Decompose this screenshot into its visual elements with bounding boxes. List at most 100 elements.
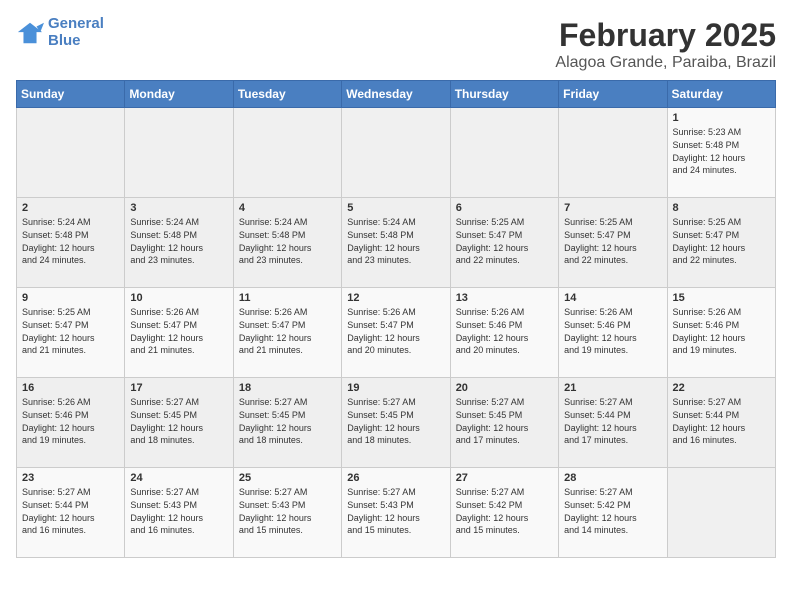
calendar-cell: 1Sunrise: 5:23 AM Sunset: 5:48 PM Daylig… bbox=[667, 108, 775, 198]
day-info: Sunrise: 5:27 AM Sunset: 5:45 PM Dayligh… bbox=[456, 396, 553, 446]
page-header: General Blue February 2025 Alagoa Grande… bbox=[16, 16, 776, 72]
day-info: Sunrise: 5:26 AM Sunset: 5:47 PM Dayligh… bbox=[239, 306, 336, 356]
day-info: Sunrise: 5:27 AM Sunset: 5:45 PM Dayligh… bbox=[130, 396, 227, 446]
day-info: Sunrise: 5:27 AM Sunset: 5:42 PM Dayligh… bbox=[564, 486, 661, 536]
calendar-cell: 7 Sunrise: 5:25 AM Sunset: 5:47 PM Daylig… bbox=[559, 198, 667, 288]
weekday-header-tuesday: Tuesday bbox=[233, 81, 341, 108]
weekday-header-sunday: Sunday bbox=[17, 81, 125, 108]
day-number: 7 bbox=[564, 202, 661, 214]
calendar-week-row: 1Sunrise: 5:23 AM Sunset: 5:48 PM Daylig… bbox=[17, 108, 776, 198]
calendar-cell: 28 Sunrise: 5:27 AM Sunset: 5:42 PM Dayli… bbox=[559, 468, 667, 558]
day-number: 26 bbox=[347, 472, 444, 484]
day-number: 3 bbox=[130, 202, 227, 214]
calendar-cell: 6Sunrise: 5:25 AM Sunset: 5:47 PM Daylig… bbox=[450, 198, 558, 288]
day-info: Sunrise: 5:25 AM Sunset: 5:47 PM Dayligh… bbox=[22, 306, 119, 356]
day-info: Sunrise: 5:27 AM Sunset: 5:42 PM Dayligh… bbox=[456, 486, 553, 536]
calendar-cell: 19 Sunrise: 5:27 AM Sunset: 5:45 PM Dayli… bbox=[342, 378, 450, 468]
weekday-header-saturday: Saturday bbox=[667, 81, 775, 108]
day-number: 2 bbox=[22, 202, 119, 214]
calendar-cell: 13 Sunrise: 5:26 AM Sunset: 5:46 PM Dayli… bbox=[450, 288, 558, 378]
day-info: Sunrise: 5:27 AM Sunset: 5:45 PM Dayligh… bbox=[239, 396, 336, 446]
calendar-cell: 14 Sunrise: 5:26 AM Sunset: 5:46 PM Dayli… bbox=[559, 288, 667, 378]
logo-general: General bbox=[48, 15, 104, 32]
calendar-cell: 12 Sunrise: 5:26 AM Sunset: 5:47 PM Dayli… bbox=[342, 288, 450, 378]
day-number: 22 bbox=[673, 382, 770, 394]
day-number: 6 bbox=[456, 202, 553, 214]
logo-icon bbox=[16, 19, 44, 47]
day-number: 28 bbox=[564, 472, 661, 484]
logo-blue: Blue bbox=[48, 33, 104, 50]
day-info: Sunrise: 5:26 AM Sunset: 5:46 PM Dayligh… bbox=[564, 306, 661, 356]
calendar-cell: 21Sunrise: 5:27 AM Sunset: 5:44 PM Dayli… bbox=[559, 378, 667, 468]
calendar-cell: 20 Sunrise: 5:27 AM Sunset: 5:45 PM Dayli… bbox=[450, 378, 558, 468]
calendar-cell bbox=[450, 108, 558, 198]
calendar-cell: 23Sunrise: 5:27 AM Sunset: 5:44 PM Dayli… bbox=[17, 468, 125, 558]
day-info: Sunrise: 5:23 AM Sunset: 5:48 PM Dayligh… bbox=[673, 126, 770, 176]
day-number: 13 bbox=[456, 292, 553, 304]
day-number: 8 bbox=[673, 202, 770, 214]
day-info: Sunrise: 5:24 AM Sunset: 5:48 PM Dayligh… bbox=[130, 216, 227, 266]
calendar-cell: 3 Sunrise: 5:24 AM Sunset: 5:48 PM Daylig… bbox=[125, 198, 233, 288]
calendar-week-row: 16Sunrise: 5:26 AM Sunset: 5:46 PM Dayli… bbox=[17, 378, 776, 468]
calendar-header-row: SundayMondayTuesdayWednesdayThursdayFrid… bbox=[17, 81, 776, 108]
day-number: 4 bbox=[239, 202, 336, 214]
day-number: 25 bbox=[239, 472, 336, 484]
calendar-cell: 5 Sunrise: 5:24 AM Sunset: 5:48 PM Daylig… bbox=[342, 198, 450, 288]
day-info: Sunrise: 5:24 AM Sunset: 5:48 PM Dayligh… bbox=[347, 216, 444, 266]
day-number: 23 bbox=[22, 472, 119, 484]
day-info: Sunrise: 5:26 AM Sunset: 5:47 PM Dayligh… bbox=[347, 306, 444, 356]
calendar-cell bbox=[342, 108, 450, 198]
day-number: 21 bbox=[564, 382, 661, 394]
day-number: 9 bbox=[22, 292, 119, 304]
day-info: Sunrise: 5:26 AM Sunset: 5:46 PM Dayligh… bbox=[456, 306, 553, 356]
day-number: 10 bbox=[130, 292, 227, 304]
calendar-cell: 24 Sunrise: 5:27 AM Sunset: 5:43 PM Dayli… bbox=[125, 468, 233, 558]
calendar-cell bbox=[559, 108, 667, 198]
calendar-cell: 16Sunrise: 5:26 AM Sunset: 5:46 PM Dayli… bbox=[17, 378, 125, 468]
day-number: 15 bbox=[673, 292, 770, 304]
day-number: 20 bbox=[456, 382, 553, 394]
day-info: Sunrise: 5:24 AM Sunset: 5:48 PM Dayligh… bbox=[22, 216, 119, 266]
calendar-cell: 10 Sunrise: 5:26 AM Sunset: 5:47 PM Dayli… bbox=[125, 288, 233, 378]
calendar-week-row: 2 Sunrise: 5:24 AM Sunset: 5:48 PM Daylig… bbox=[17, 198, 776, 288]
weekday-header-thursday: Thursday bbox=[450, 81, 558, 108]
day-number: 17 bbox=[130, 382, 227, 394]
calendar-subtitle: Alagoa Grande, Paraiba, Brazil bbox=[555, 54, 776, 72]
weekday-header-friday: Friday bbox=[559, 81, 667, 108]
calendar-cell bbox=[667, 468, 775, 558]
calendar-cell: 17 Sunrise: 5:27 AM Sunset: 5:45 PM Dayli… bbox=[125, 378, 233, 468]
day-number: 5 bbox=[347, 202, 444, 214]
day-info: Sunrise: 5:27 AM Sunset: 5:44 PM Dayligh… bbox=[673, 396, 770, 446]
calendar-title: February 2025 bbox=[555, 16, 776, 54]
calendar-table: SundayMondayTuesdayWednesdayThursdayFrid… bbox=[16, 80, 776, 558]
calendar-cell bbox=[125, 108, 233, 198]
day-info: Sunrise: 5:24 AM Sunset: 5:48 PM Dayligh… bbox=[239, 216, 336, 266]
day-number: 16 bbox=[22, 382, 119, 394]
day-info: Sunrise: 5:25 AM Sunset: 5:47 PM Dayligh… bbox=[564, 216, 661, 266]
title-block: February 2025 Alagoa Grande, Paraiba, Br… bbox=[555, 16, 776, 72]
calendar-cell bbox=[233, 108, 341, 198]
day-info: Sunrise: 5:25 AM Sunset: 5:47 PM Dayligh… bbox=[673, 216, 770, 266]
day-info: Sunrise: 5:27 AM Sunset: 5:45 PM Dayligh… bbox=[347, 396, 444, 446]
calendar-week-row: 9 Sunrise: 5:25 AM Sunset: 5:47 PM Daylig… bbox=[17, 288, 776, 378]
calendar-cell: 2 Sunrise: 5:24 AM Sunset: 5:48 PM Daylig… bbox=[17, 198, 125, 288]
day-info: Sunrise: 5:27 AM Sunset: 5:43 PM Dayligh… bbox=[130, 486, 227, 536]
calendar-cell: 27 Sunrise: 5:27 AM Sunset: 5:42 PM Dayli… bbox=[450, 468, 558, 558]
calendar-cell: 22 Sunrise: 5:27 AM Sunset: 5:44 PM Dayli… bbox=[667, 378, 775, 468]
day-info: Sunrise: 5:26 AM Sunset: 5:46 PM Dayligh… bbox=[673, 306, 770, 356]
day-info: Sunrise: 5:27 AM Sunset: 5:43 PM Dayligh… bbox=[239, 486, 336, 536]
day-number: 11 bbox=[239, 292, 336, 304]
weekday-header-monday: Monday bbox=[125, 81, 233, 108]
calendar-cell: 26Sunrise: 5:27 AM Sunset: 5:43 PM Dayli… bbox=[342, 468, 450, 558]
calendar-cell bbox=[17, 108, 125, 198]
calendar-cell: 18Sunrise: 5:27 AM Sunset: 5:45 PM Dayli… bbox=[233, 378, 341, 468]
calendar-cell: 4 Sunrise: 5:24 AM Sunset: 5:48 PM Daylig… bbox=[233, 198, 341, 288]
day-number: 14 bbox=[564, 292, 661, 304]
day-info: Sunrise: 5:26 AM Sunset: 5:47 PM Dayligh… bbox=[130, 306, 227, 356]
day-number: 27 bbox=[456, 472, 553, 484]
day-number: 24 bbox=[130, 472, 227, 484]
calendar-week-row: 23Sunrise: 5:27 AM Sunset: 5:44 PM Dayli… bbox=[17, 468, 776, 558]
day-number: 12 bbox=[347, 292, 444, 304]
day-number: 19 bbox=[347, 382, 444, 394]
logo: General Blue bbox=[16, 16, 104, 49]
